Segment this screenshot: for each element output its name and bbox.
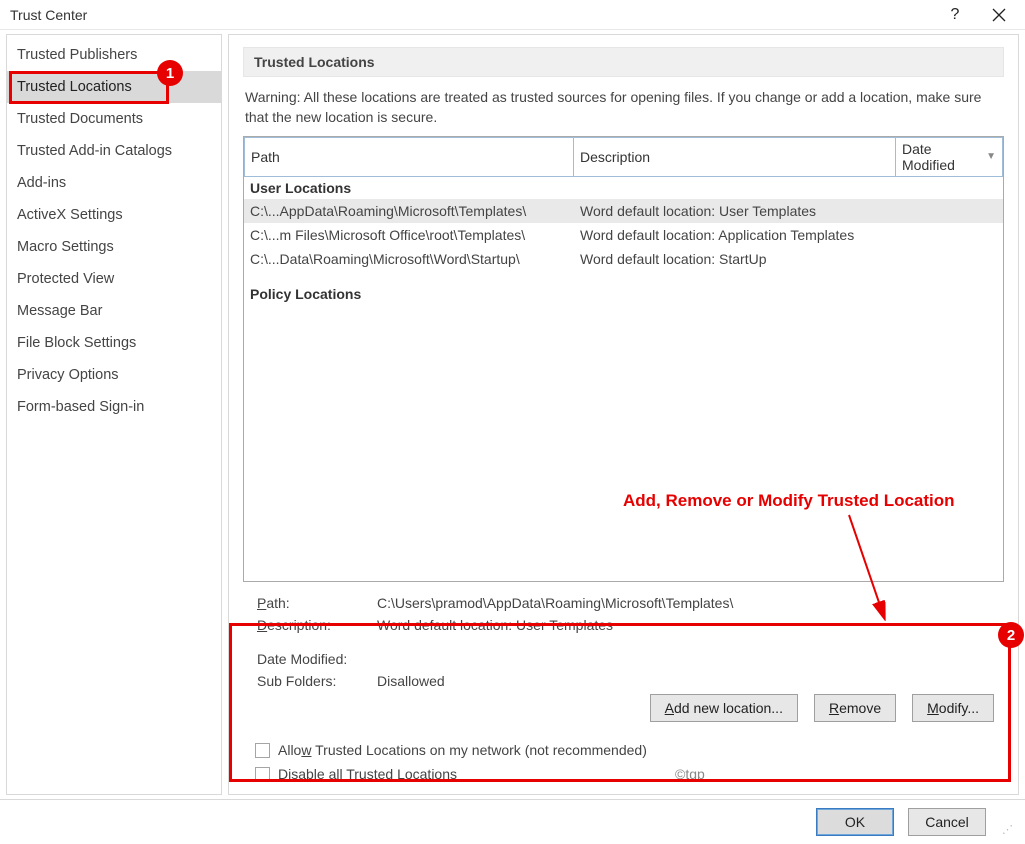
allow-network-label: Allow Trusted Locations on my network (n… — [278, 742, 647, 758]
col-header-path[interactable]: Path — [244, 137, 574, 176]
sidebar-item-trusted-addin-catalogs[interactable]: Trusted Add-in Catalogs — [7, 135, 221, 167]
detail-path-label: Path: — [257, 595, 377, 611]
disable-all-checkbox[interactable] — [255, 767, 270, 782]
ok-button[interactable]: OK — [816, 808, 894, 836]
detail-description-label: Description: — [257, 617, 377, 633]
resize-grip-icon[interactable]: ⋰ — [1000, 823, 1013, 836]
table-body: User Locations C:\...AppData\Roaming\Mic… — [244, 177, 1003, 581]
locations-table: Path Description Date Modified ▼ User Lo… — [243, 136, 1004, 582]
group-policy-locations: Policy Locations — [244, 283, 1003, 305]
table-header: Path Description Date Modified ▼ — [244, 137, 1003, 177]
sidebar-item-add-ins[interactable]: Add-ins — [7, 167, 221, 199]
cell-path: C:\...m Files\Microsoft Office\root\Temp… — [244, 225, 574, 245]
watermark: ©tgp — [675, 766, 705, 782]
cancel-button[interactable]: Cancel — [908, 808, 986, 836]
sidebar-item-trusted-publishers[interactable]: Trusted Publishers — [7, 39, 221, 71]
action-buttons: Add new location... Remove Modify... — [243, 692, 1004, 732]
dialog-footer: OK Cancel ⋰ — [0, 800, 1025, 844]
detail-date-label: Date Modified: — [257, 651, 377, 667]
sidebar-item-message-bar[interactable]: Message Bar — [7, 295, 221, 327]
details-panel: Path: C:\Users\pramod\AppData\Roaming\Mi… — [243, 582, 1004, 692]
sort-descending-icon: ▼ — [986, 151, 996, 162]
checkbox-group: Allow Trusted Locations on my network (n… — [243, 732, 1004, 786]
modify-button[interactable]: Modify... — [912, 694, 994, 722]
col-header-description[interactable]: Description — [574, 137, 896, 176]
col-header-date-modified[interactable]: Date Modified ▼ — [896, 137, 1003, 176]
cell-date — [896, 201, 1003, 221]
table-row[interactable]: C:\...Data\Roaming\Microsoft\Word\Startu… — [244, 247, 1003, 271]
disable-all-label: Disable all Trusted Locations — [278, 766, 457, 782]
sidebar-item-trusted-documents[interactable]: Trusted Documents — [7, 103, 221, 135]
table-row[interactable]: C:\...m Files\Microsoft Office\root\Temp… — [244, 223, 1003, 247]
detail-path-value: C:\Users\pramod\AppData\Roaming\Microsof… — [377, 595, 733, 611]
remove-button[interactable]: Remove — [814, 694, 896, 722]
window-controls: ? — [945, 5, 1017, 25]
add-new-location-button[interactable]: Add new location... — [650, 694, 798, 722]
col-header-date-label: Date Modified — [902, 141, 986, 173]
allow-network-checkbox[interactable] — [255, 743, 270, 758]
content-panel: Trusted Locations Warning: All these loc… — [228, 34, 1019, 795]
table-row[interactable]: C:\...AppData\Roaming\Microsoft\Template… — [244, 199, 1003, 223]
sidebar-item-file-block-settings[interactable]: File Block Settings — [7, 327, 221, 359]
sidebar: Trusted Publishers Trusted Locations Tru… — [6, 34, 222, 795]
sidebar-item-activex-settings[interactable]: ActiveX Settings — [7, 199, 221, 231]
cell-description: Word default location: User Templates — [574, 201, 896, 221]
cell-path: C:\...Data\Roaming\Microsoft\Word\Startu… — [244, 249, 574, 269]
main: Trusted Publishers Trusted Locations Tru… — [0, 30, 1025, 800]
detail-description-value: Word default location: User Templates — [377, 617, 613, 633]
sidebar-item-form-based-sign-in[interactable]: Form-based Sign-in — [7, 391, 221, 423]
titlebar: Trust Center ? — [0, 0, 1025, 30]
cell-description: Word default location: Application Templ… — [574, 225, 896, 245]
detail-subfolders-value: Disallowed — [377, 673, 445, 689]
help-icon[interactable]: ? — [945, 5, 965, 25]
sidebar-item-privacy-options[interactable]: Privacy Options — [7, 359, 221, 391]
cell-date — [896, 225, 1003, 245]
sidebar-item-macro-settings[interactable]: Macro Settings — [7, 231, 221, 263]
cell-path: C:\...AppData\Roaming\Microsoft\Template… — [244, 201, 574, 221]
window-title: Trust Center — [10, 7, 87, 23]
sidebar-item-trusted-locations[interactable]: Trusted Locations — [7, 71, 221, 103]
sidebar-item-protected-view[interactable]: Protected View — [7, 263, 221, 295]
detail-subfolders-label: Sub Folders: — [257, 673, 377, 689]
close-icon[interactable] — [989, 5, 1009, 25]
section-warning-text: Warning: All these locations are treated… — [243, 87, 1004, 136]
group-user-locations: User Locations — [244, 177, 1003, 199]
cell-description: Word default location: StartUp — [574, 249, 896, 269]
cell-date — [896, 249, 1003, 269]
section-title: Trusted Locations — [243, 47, 1004, 77]
